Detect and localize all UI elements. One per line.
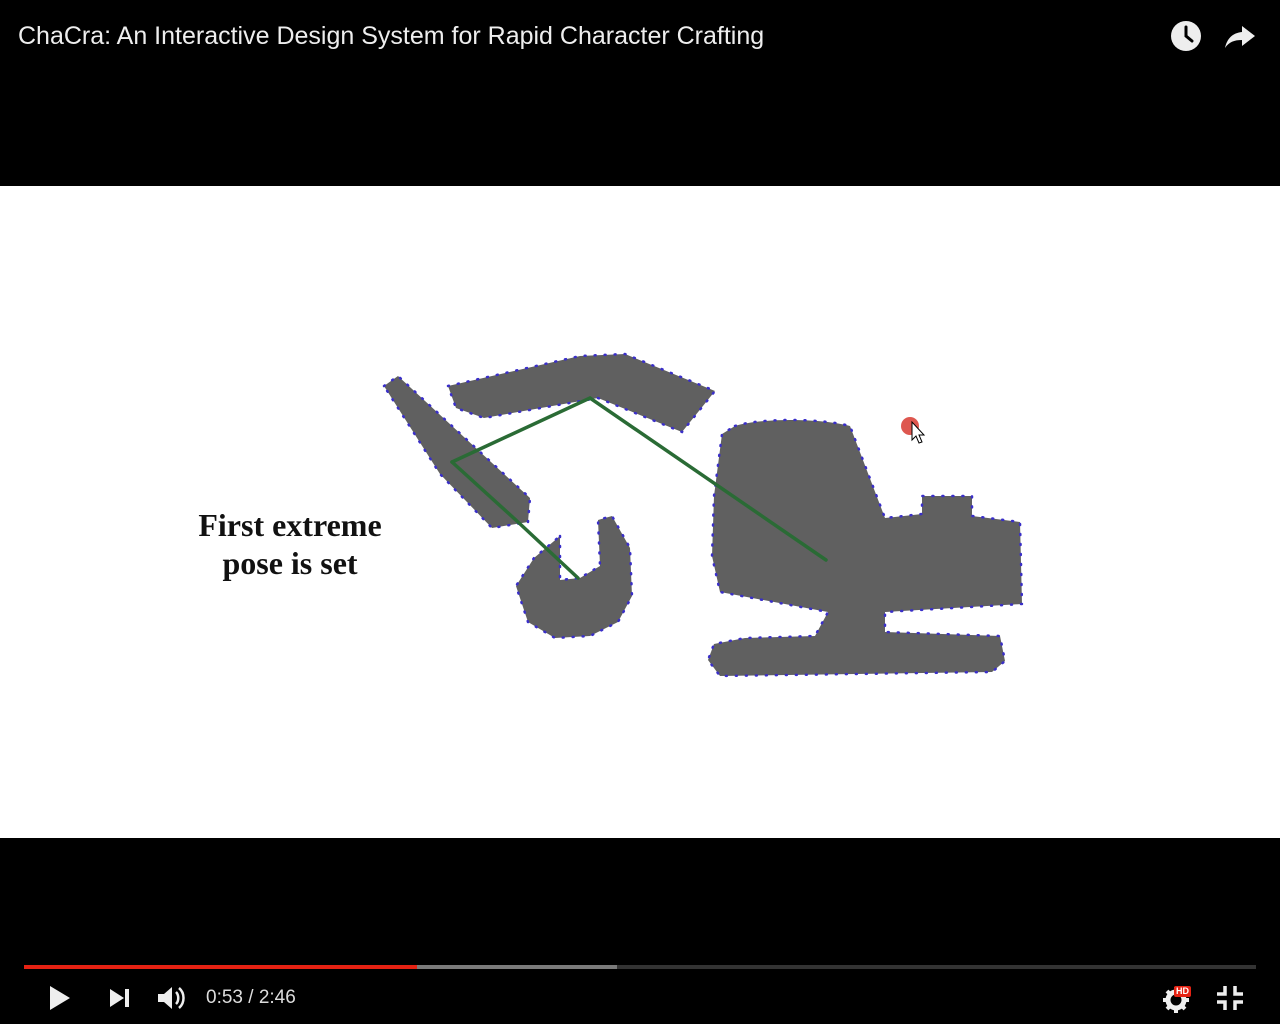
skeleton-line bbox=[450, 460, 580, 580]
exit-fullscreen-icon bbox=[1217, 986, 1243, 1010]
clock-icon bbox=[1171, 21, 1201, 51]
play-icon bbox=[50, 986, 70, 1010]
player-controls: 0:53 / 2:46 HD bbox=[0, 972, 1280, 1024]
watch-later-button[interactable] bbox=[1168, 18, 1204, 54]
time-separator: / bbox=[248, 987, 254, 1008]
duration: 2:46 bbox=[258, 987, 296, 1008]
hd-badge: HD bbox=[1174, 986, 1191, 997]
video-title[interactable]: ChaCra: An Interactive Design System for… bbox=[18, 20, 764, 52]
next-button[interactable] bbox=[100, 980, 140, 1016]
share-button[interactable] bbox=[1222, 18, 1258, 54]
skip-next-icon bbox=[110, 989, 129, 1007]
progress-bar[interactable] bbox=[24, 962, 1256, 972]
player-top-bar: ChaCra: An Interactive Design System for… bbox=[0, 0, 1280, 72]
current-time: 0:53 bbox=[206, 987, 243, 1008]
video-player[interactable]: ChaCra: An Interactive Design System for… bbox=[0, 0, 1280, 1024]
video-frame[interactable]: First extreme pose is set bbox=[0, 186, 1280, 838]
time-display: 0:53 / 2:46 bbox=[206, 986, 296, 1010]
video-caption: First extreme pose is set bbox=[160, 506, 420, 582]
exit-fullscreen-button[interactable] bbox=[1210, 980, 1250, 1016]
caption-line: First extreme bbox=[198, 507, 382, 543]
progress-played bbox=[24, 965, 417, 969]
volume-icon bbox=[158, 987, 185, 1009]
caption-line: pose is set bbox=[222, 545, 358, 581]
volume-button[interactable] bbox=[152, 980, 192, 1016]
progress-track bbox=[24, 965, 1256, 969]
play-button[interactable] bbox=[38, 980, 78, 1016]
excavator-body-shape bbox=[706, 418, 1024, 678]
share-arrow-icon bbox=[1225, 26, 1255, 48]
excavator-boom-shape bbox=[446, 352, 718, 434]
